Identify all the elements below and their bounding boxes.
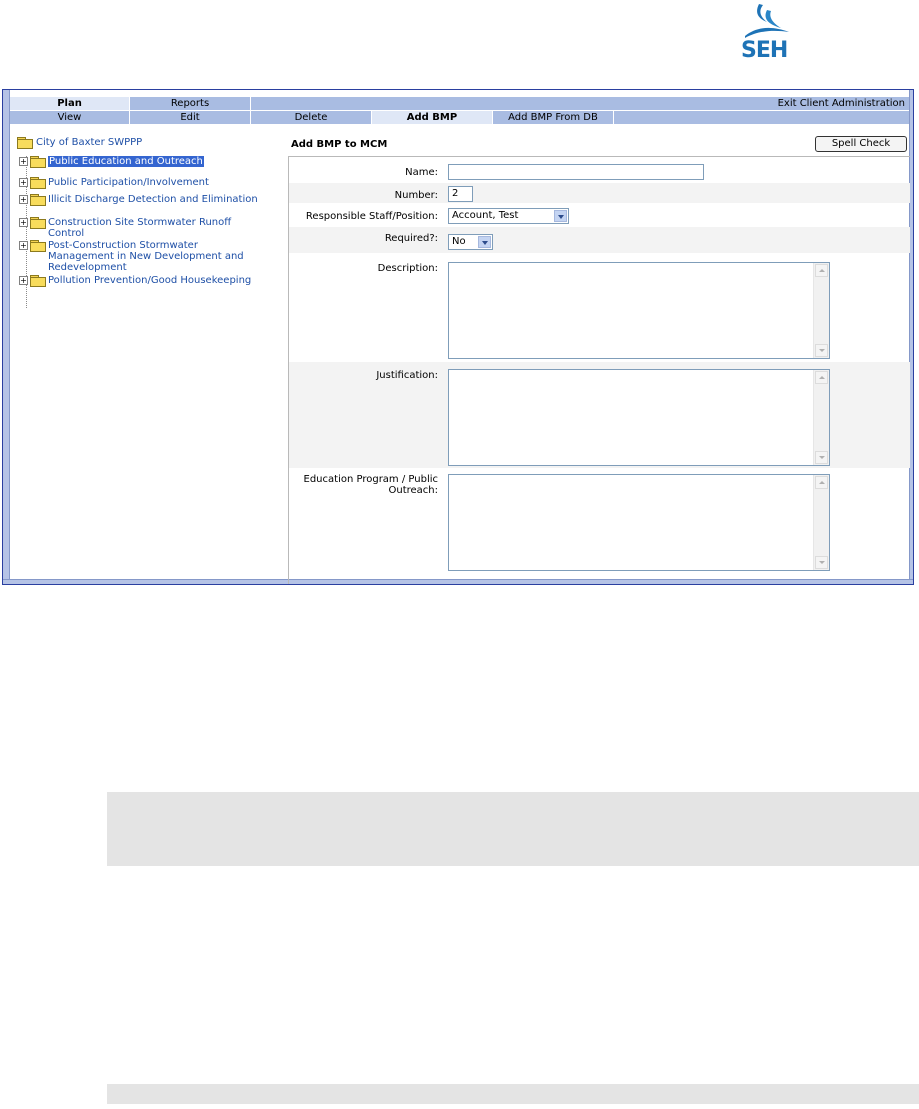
add-bmp-form: Name: Number: 2 Responsible Staff/Positi… [288, 156, 910, 584]
scrollbar[interactable] [813, 475, 829, 570]
mcm-tree: City of Baxter SWPPP + Public Education … [17, 135, 272, 308]
document-table-band [107, 792, 919, 866]
scroll-down-arrow-icon[interactable] [815, 451, 828, 464]
action-tab-row: View Edit Delete Add BMP Add BMP From DB [10, 111, 909, 124]
tree-item-illicit-discharge[interactable]: + Illicit Discharge Detection and Elimin… [19, 194, 272, 217]
description-textarea[interactable] [448, 262, 830, 359]
justification-label: Justification: [376, 370, 438, 381]
expand-icon[interactable]: + [19, 276, 28, 285]
tab-edit[interactable]: Edit [130, 111, 251, 124]
folder-icon [30, 156, 46, 168]
folder-icon [30, 194, 46, 206]
description-row: Description: [289, 253, 910, 359]
tab-row-filler [614, 111, 909, 124]
tree-item-label[interactable]: Illicit Discharge Detection and Eliminat… [48, 194, 260, 205]
exit-client-administration-link[interactable]: Exit Client Administration [251, 97, 909, 110]
tree-item-label[interactable]: Pollution Prevention/Good Housekeeping [48, 275, 260, 286]
tab-add-bmp[interactable]: Add BMP [372, 111, 493, 124]
scroll-up-arrow-icon[interactable] [815, 476, 828, 489]
expand-icon[interactable]: + [19, 241, 28, 250]
tree-root-label[interactable]: City of Baxter SWPPP [36, 137, 142, 148]
staff-select[interactable]: Account, Test [448, 208, 569, 224]
folder-icon [30, 177, 46, 189]
expand-icon[interactable]: + [19, 218, 28, 227]
dropdown-arrow-icon[interactable] [478, 236, 491, 248]
tree-item-label[interactable]: Public Education and Outreach [48, 156, 204, 167]
scroll-up-arrow-icon[interactable] [815, 264, 828, 277]
folder-icon [30, 217, 46, 229]
scroll-up-arrow-icon[interactable] [815, 371, 828, 384]
required-label: Required?: [384, 233, 438, 244]
scroll-down-arrow-icon[interactable] [815, 344, 828, 357]
document-table-band-bottom [107, 1084, 919, 1104]
tree-item-construction-site[interactable]: + Construction Site Stormwater Runoff Co… [19, 217, 272, 240]
scrollbar[interactable] [813, 263, 829, 358]
spell-check-button[interactable]: Spell Check [815, 136, 907, 152]
number-label: Number: [394, 190, 438, 201]
tree-item-post-construction[interactable]: + Post-Construction Stormwater Managemen… [19, 240, 272, 275]
tab-delete[interactable]: Delete [251, 111, 372, 124]
seh-logo: SEH [737, 2, 793, 70]
tree-item-label[interactable]: Post-Construction Stormwater Management … [48, 240, 260, 273]
education-row: Education Program / Public Outreach: [289, 468, 910, 584]
number-row: Number: 2 [289, 183, 910, 203]
tree-root[interactable]: City of Baxter SWPPP [17, 135, 272, 149]
required-select[interactable]: No [448, 234, 493, 250]
required-row: Required?: No [289, 227, 910, 253]
staff-label: Responsible Staff/Position: [305, 211, 438, 222]
tree-children: + Public Education and Outreach + Public… [19, 156, 272, 308]
name-label: Name: [405, 167, 438, 178]
required-select-value: No [452, 236, 466, 247]
dropdown-arrow-icon[interactable] [554, 210, 567, 222]
expand-icon[interactable]: + [19, 178, 28, 187]
education-textarea[interactable] [448, 474, 830, 571]
scrollbar[interactable] [813, 370, 829, 465]
tab-view[interactable]: View [10, 111, 130, 124]
tab-reports[interactable]: Reports [130, 97, 251, 110]
form-title: Add BMP to MCM [291, 139, 388, 150]
seh-logo-text: SEH [741, 38, 788, 63]
app-frame: Plan Reports Exit Client Administration … [2, 89, 914, 585]
folder-icon [17, 136, 33, 149]
justification-row: Justification: [289, 362, 910, 468]
justification-textarea[interactable] [448, 369, 830, 466]
folder-icon [30, 275, 46, 287]
main-tab-row: Plan Reports Exit Client Administration [10, 97, 909, 110]
name-input[interactable] [448, 164, 704, 180]
expand-icon[interactable]: + [19, 195, 28, 204]
tree-item-pollution-prevention[interactable]: + Pollution Prevention/Good Housekeeping [19, 275, 272, 298]
scroll-down-arrow-icon[interactable] [815, 556, 828, 569]
seh-logo-mark [745, 4, 789, 38]
tree-item-public-participation[interactable]: + Public Participation/Involvement [19, 177, 272, 194]
staff-row: Responsible Staff/Position: Account, Tes… [289, 203, 910, 227]
description-label: Description: [377, 263, 438, 274]
tree-item-public-education[interactable]: + Public Education and Outreach [19, 156, 272, 177]
number-input[interactable]: 2 [448, 186, 473, 202]
expand-icon[interactable]: + [19, 157, 28, 166]
folder-icon [30, 240, 46, 252]
tree-item-label[interactable]: Public Participation/Involvement [48, 177, 260, 188]
tab-plan[interactable]: Plan [10, 97, 130, 110]
name-row: Name: [289, 157, 910, 183]
frame-left-border [3, 90, 10, 584]
tab-add-bmp-from-db[interactable]: Add BMP From DB [493, 111, 614, 124]
education-label: Education Program / Public Outreach: [303, 474, 438, 496]
staff-select-value: Account, Test [452, 210, 519, 221]
tree-item-label[interactable]: Construction Site Stormwater Runoff Cont… [48, 217, 260, 239]
